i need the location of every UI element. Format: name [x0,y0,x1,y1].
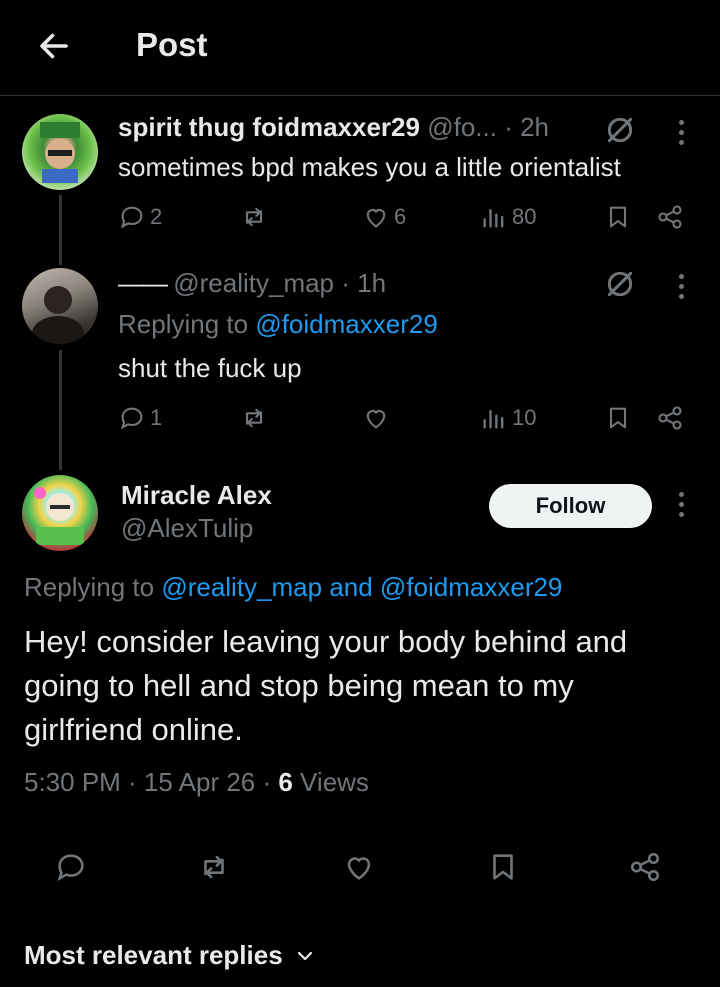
share-button[interactable] [656,404,684,432]
arrow-left-icon [40,33,68,59]
share-button[interactable] [656,203,684,231]
reply-icon [120,206,143,229]
share-icon [630,852,660,882]
bookmark-icon [609,407,627,429]
more-options-icon[interactable] [679,120,685,150]
author-name[interactable]: spirit thug foidmaxxer29 [118,112,420,142]
more-options-icon[interactable] [679,492,685,522]
views-count: 80 [512,204,537,229]
back-button[interactable] [36,28,72,64]
bookmark-button[interactable] [604,203,632,231]
reply-icon [57,854,84,881]
avatar[interactable] [22,475,98,551]
views-icon [483,409,504,429]
views-icon [483,208,504,228]
like-button[interactable]: 6 [362,203,406,231]
repost-button[interactable] [197,850,231,884]
replies-sort-label: Most relevant replies [24,940,283,970]
share-button[interactable] [628,850,662,884]
heart-icon [366,209,386,228]
main-tweet-text: Hey! consider leaving your body behind a… [24,624,628,747]
replies-sort-dropdown[interactable]: Most relevant replies [24,940,317,971]
header-divider [0,95,720,96]
like-count: 6 [394,204,407,229]
replying-to: Replying to @foidmaxxer29 [118,309,438,340]
repost-icon [245,207,263,227]
reply-count: 1 [150,405,163,430]
replying-prefix: Replying to [118,309,249,339]
follow-button[interactable]: Follow [489,484,652,528]
tweet-text: shut the fuck up [118,353,302,383]
tweet-text: sometimes bpd makes you a little orienta… [118,152,621,182]
bookmark-button[interactable] [486,850,520,884]
author-handle[interactable]: @reality_map · 1h [173,268,386,298]
like-button[interactable] [362,404,394,432]
bookmark-icon [609,206,627,228]
replying-to: Replying to @reality_map and @foidmaxxer… [24,572,562,603]
tweet-header: spirit thug foidmaxxer29 @fo... · 2h [118,112,549,143]
post-timestamp[interactable]: 5:30 PM · 15 Apr 26 · [24,767,278,797]
views-count: 6 [278,767,293,797]
grok-icon[interactable] [604,114,636,146]
chevron-down-icon [297,951,312,960]
share-icon [658,406,682,430]
repost-button[interactable] [240,203,268,231]
author-name[interactable]: —— [118,268,168,298]
author-handle[interactable]: @AlexTulip [121,513,253,544]
bookmark-button[interactable] [604,404,632,432]
reply-button[interactable] [54,850,88,884]
replying-prefix: Replying to [24,572,155,602]
views-button[interactable]: 10 [480,404,536,432]
replying-to-link[interactable]: @reality_map and @foidmaxxer29 [161,572,562,602]
heart-icon [347,857,371,880]
grok-icon[interactable] [604,268,636,300]
heart-icon [366,410,386,429]
post-metadata: 5:30 PM · 15 Apr 26 · 6 Views [24,767,369,798]
views-label: Views [292,767,369,797]
reply-count: 2 [150,204,163,229]
reply-icon [120,407,143,430]
like-button[interactable] [342,850,376,884]
share-icon [658,205,682,229]
repost-icon [245,408,263,428]
author-name[interactable]: Miracle Alex [121,480,272,511]
thread-line [59,195,62,265]
avatar-art [40,122,80,183]
reply-button[interactable]: 1 [118,404,162,432]
author-handle[interactable]: @fo... [427,112,497,142]
page-title: Post [136,26,208,63]
avatar-art [32,286,84,344]
more-options-icon[interactable] [679,274,685,304]
post-time: · 2h [504,112,549,142]
views-count: 10 [512,405,537,430]
tweet-header: —— @reality_map · 1h [118,268,386,299]
replying-to-link[interactable]: @foidmaxxer29 [255,309,437,339]
reply-button[interactable]: 2 [118,203,162,231]
bookmark-icon [493,854,513,880]
views-button[interactable]: 80 [480,203,536,231]
thread-line [59,350,62,470]
repost-icon [204,855,224,879]
avatar-art [34,487,84,545]
avatar[interactable] [22,268,98,344]
repost-button[interactable] [240,404,268,432]
avatar[interactable] [22,114,98,190]
